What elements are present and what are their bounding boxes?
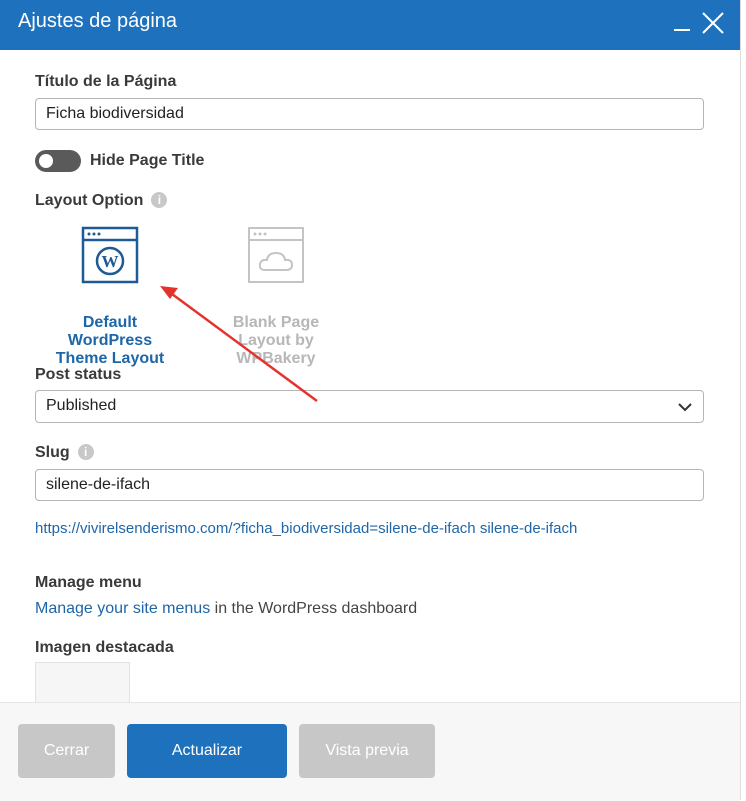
close-icon[interactable] <box>700 10 726 36</box>
preview-button[interactable]: Vista previa <box>299 724 435 778</box>
dialog-footer: Cerrar Actualizar Vista previa <box>0 702 740 801</box>
annotation-arrow <box>160 286 318 403</box>
dialog-body: Título de la Página Hide Page Title Layo… <box>0 50 740 702</box>
background-window-edge <box>740 0 746 800</box>
dialog-title: Ajustes de página <box>18 10 178 32</box>
minus-icon[interactable] <box>670 14 694 34</box>
close-button[interactable]: Cerrar <box>18 724 115 778</box>
update-button[interactable]: Actualizar <box>127 724 287 778</box>
dialog-header: Ajustes de página <box>0 0 740 50</box>
